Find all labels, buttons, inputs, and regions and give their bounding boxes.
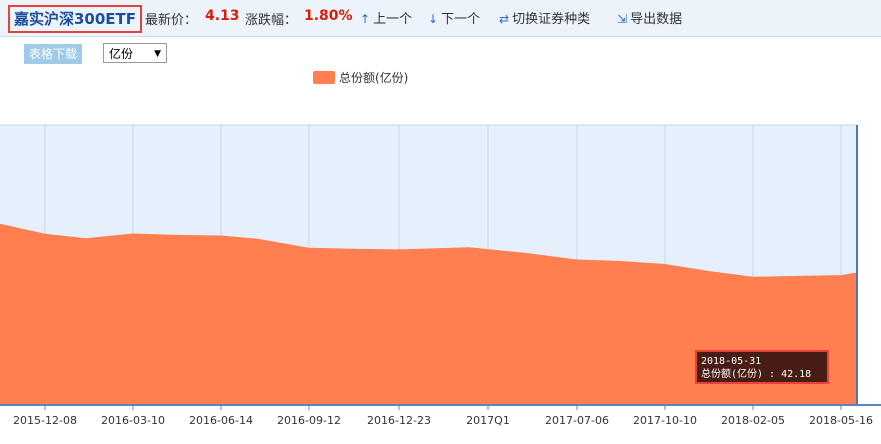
x-tick-label: 2016-06-14 [189,414,253,427]
x-tick-label: 2015-12-08 [13,414,77,427]
x-tick-label: 2016-09-12 [277,414,341,427]
x-tick-label: 2016-12-23 [367,414,431,427]
data-tooltip: 2018-05-31 总份额(亿份) : 42.18 [695,350,829,384]
x-tick-label: 2018-02-05 [721,414,785,427]
x-tick-label: 2017-07-06 [545,414,609,427]
x-tick-label: 2016-03-10 [101,414,165,427]
x-axis-ticks: 2015-12-08 2016-03-10 2016-06-14 2016-09-12… [13,405,873,427]
x-tick-label: 2017Q1 [466,414,510,427]
tooltip-value: 总份额(亿份) : 42.18 [701,369,812,380]
x-tick-label: 2017-10-10 [633,414,697,427]
tooltip-date: 2018-05-31 [701,356,762,367]
x-tick-label: 2018-05-16 [809,414,873,427]
